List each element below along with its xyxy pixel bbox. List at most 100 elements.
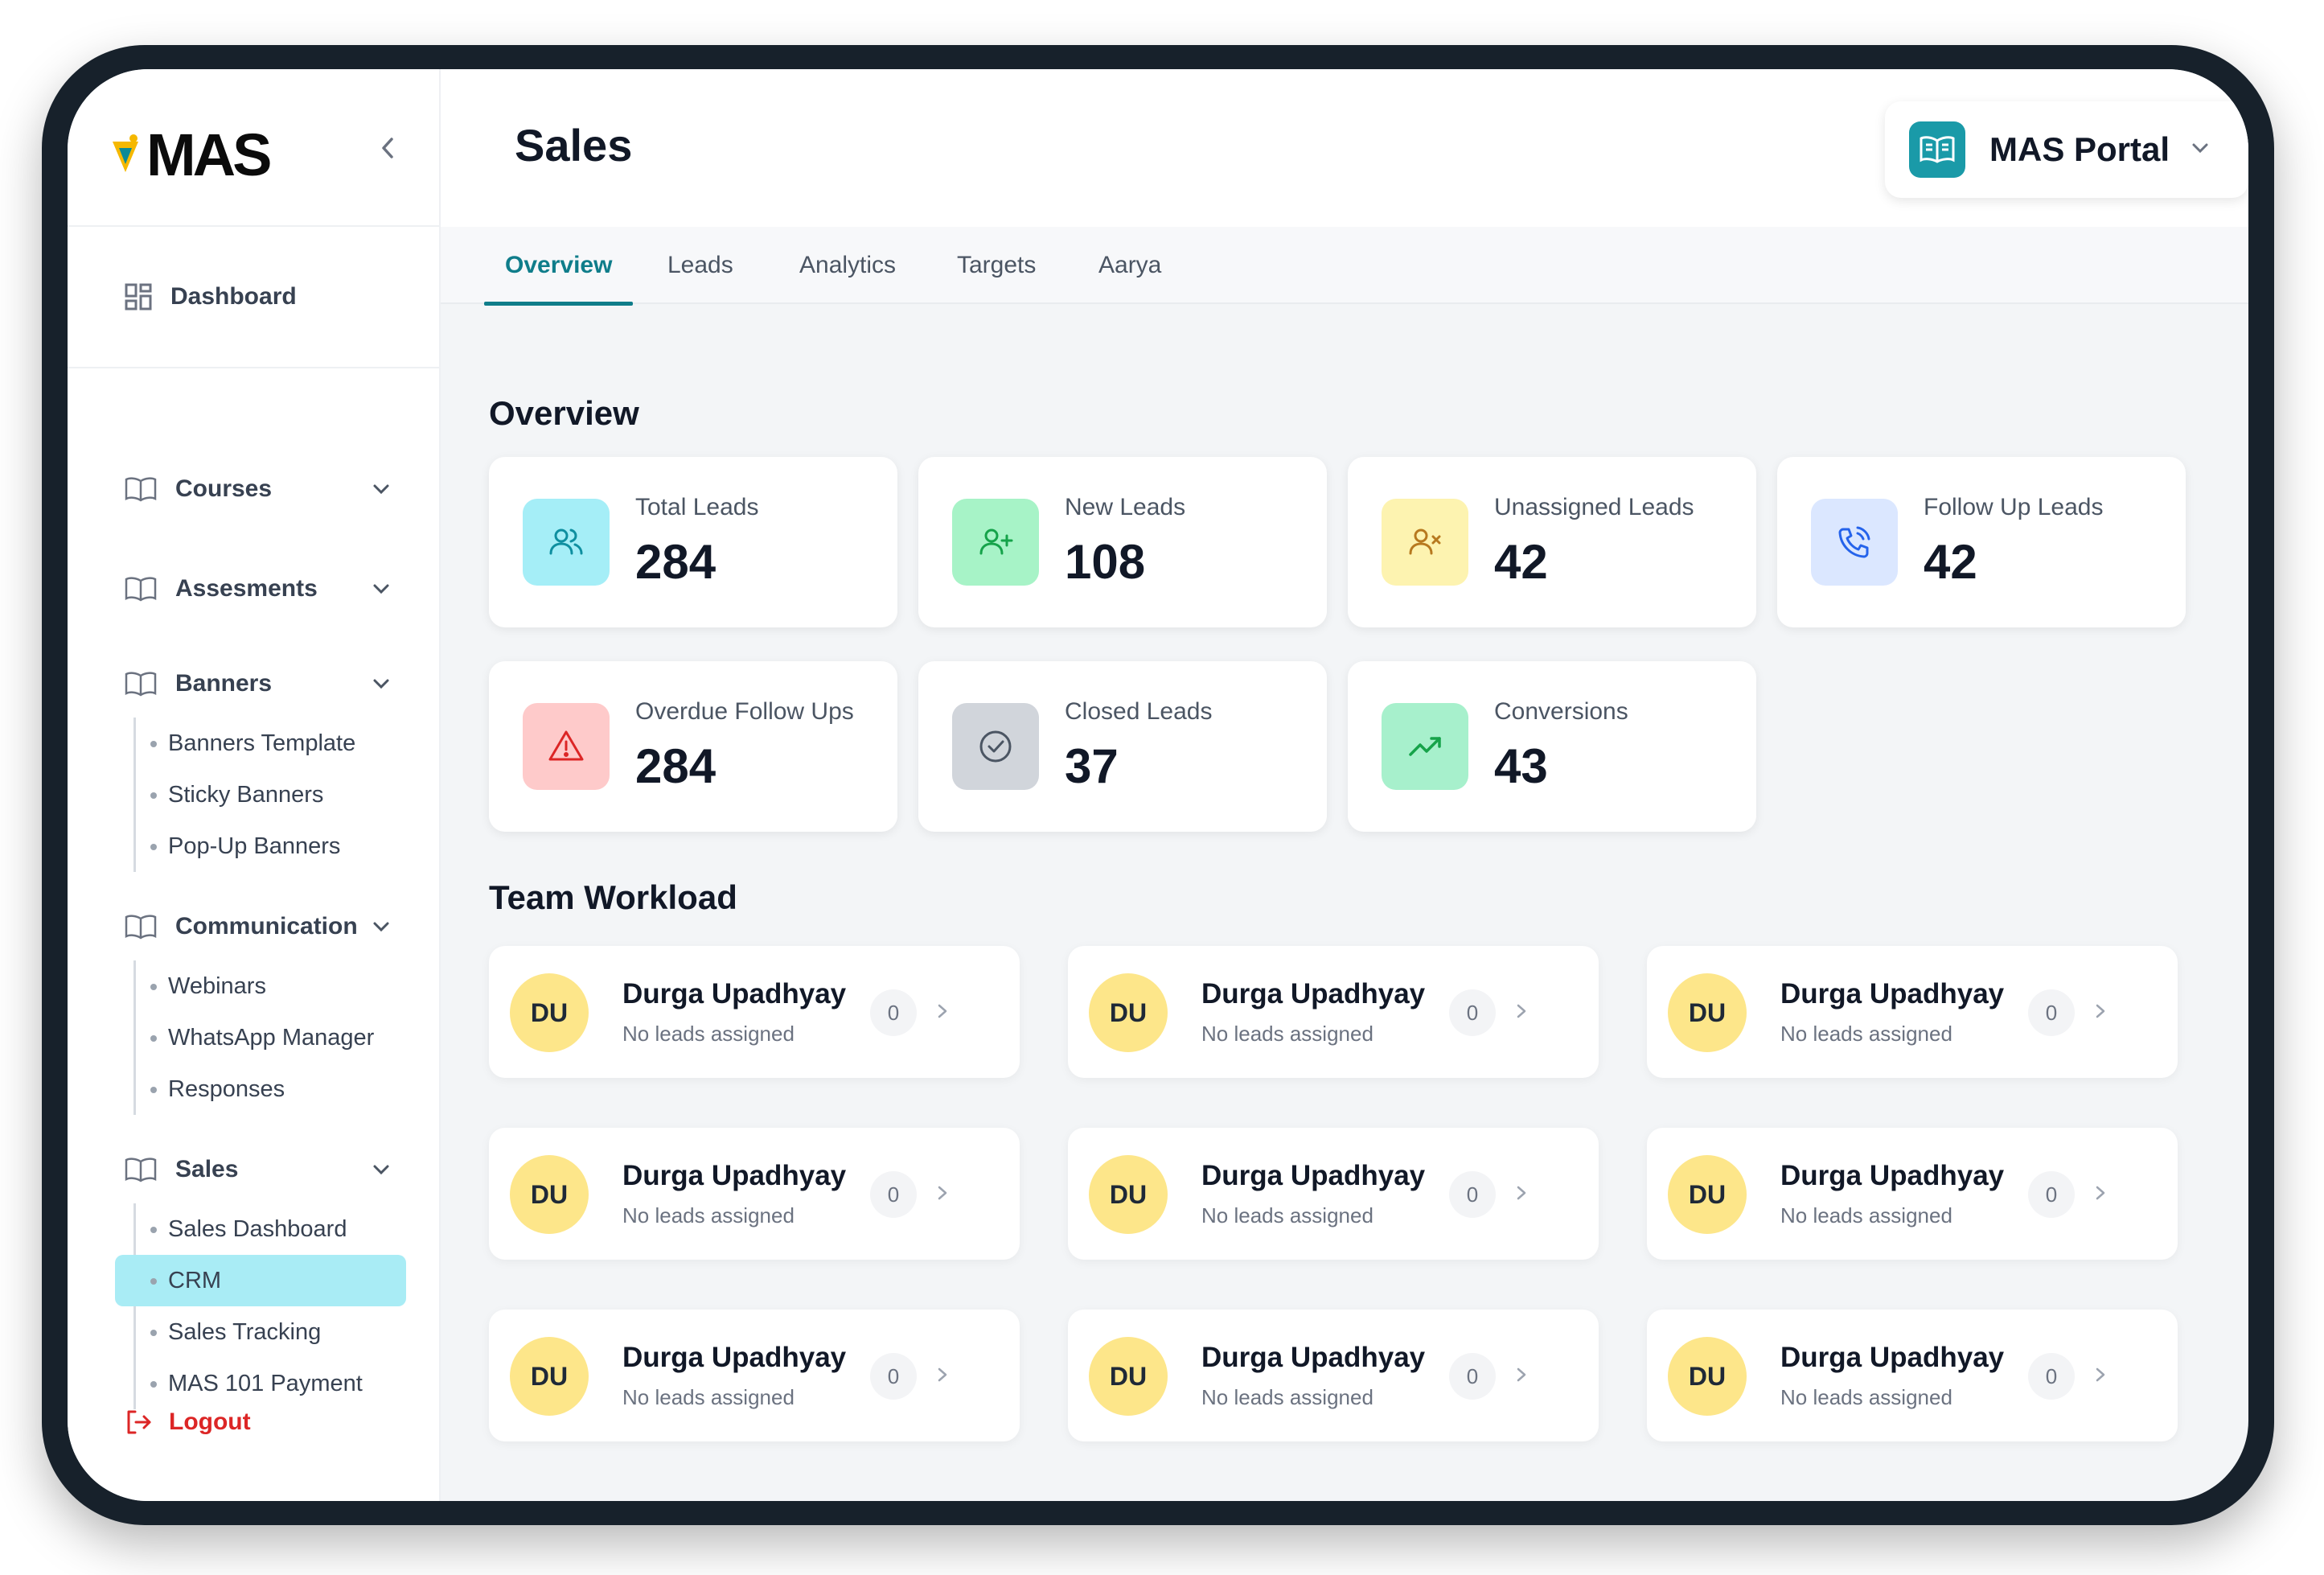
brand-area: MAS (68, 69, 441, 227)
chevron-down-icon (373, 584, 389, 594)
sidebar-item-whatsapp-manager[interactable]: WhatsApp Manager (136, 1012, 425, 1063)
lead-count-badge: 0 (2028, 1171, 2075, 1218)
sidebar-item-sales-dashboard[interactable]: Sales Dashboard (136, 1203, 425, 1255)
team-member-card[interactable]: DU Durga Upadhyay No leads assigned 0 (1068, 1310, 1599, 1441)
tab-leads[interactable]: Leads (667, 227, 733, 304)
phone-call-icon (1811, 499, 1898, 586)
logout-icon (127, 1410, 151, 1434)
team-member-card[interactable]: DU Durga Upadhyay No leads assigned 0 (489, 1310, 1020, 1441)
sidebar-group-label: Sales (175, 1156, 239, 1182)
sidebar-item-dashboard[interactable]: Dashboard (68, 227, 441, 368)
chevron-right-icon (2096, 1004, 2105, 1018)
member-name: Durga Upadhyay (1780, 1160, 2005, 1191)
avatar: DU (510, 1337, 589, 1416)
communication-submenu: Webinars WhatsApp Manager Responses (133, 960, 425, 1115)
book-icon (125, 672, 157, 697)
avatar: DU (1668, 1155, 1747, 1234)
team-member-card[interactable]: DU Durga Upadhyay No leads assigned 0 (1068, 1128, 1599, 1260)
sidebar-item-banners-template[interactable]: Banners Template (136, 718, 425, 769)
chevron-left-icon (382, 138, 393, 158)
member-name: Durga Upadhyay (1201, 1342, 1426, 1373)
team-member-card[interactable]: DU Durga Upadhyay No leads assigned 0 (1647, 946, 2178, 1078)
lead-count-badge: 0 (2028, 989, 2075, 1036)
stat-value: 284 (635, 739, 716, 793)
member-status: No leads assigned (1201, 1022, 1373, 1046)
lead-count-badge: 0 (1449, 1171, 1496, 1218)
sidebar-item-popup-banners[interactable]: Pop-Up Banners (136, 820, 425, 872)
check-circle-icon (952, 703, 1039, 790)
portal-switcher[interactable]: MAS Portal (1885, 101, 2248, 198)
chevron-right-icon (2096, 1367, 2105, 1382)
chevron-right-icon (1517, 1004, 1526, 1018)
team-member-card[interactable]: DU Durga Upadhyay No leads assigned 0 (1647, 1128, 2178, 1260)
team-member-card[interactable]: DU Durga Upadhyay No leads assigned 0 (1647, 1310, 2178, 1441)
sidebar-item-webinars[interactable]: Webinars (136, 960, 425, 1012)
lead-count-badge: 0 (1449, 1353, 1496, 1400)
member-name: Durga Upadhyay (622, 1160, 847, 1191)
sidebar-item-mas-101-payment[interactable]: MAS 101 Payment (136, 1358, 425, 1409)
user-plus-icon (952, 499, 1039, 586)
sidebar-group-banners[interactable]: Banners (68, 658, 441, 709)
member-status: No leads assigned (1780, 1203, 1952, 1228)
chevron-down-icon (373, 484, 389, 495)
sidebar-item-sales-tracking[interactable]: Sales Tracking (136, 1306, 425, 1358)
open-book-icon (1909, 121, 1965, 178)
chevron-right-icon (938, 1367, 947, 1382)
logout-button[interactable]: Logout (124, 1408, 251, 1437)
logo-mark-icon (113, 134, 138, 172)
team-workload-title: Team Workload (489, 878, 737, 916)
sales-submenu: Sales Dashboard CRM Sales Tracking MAS 1… (115, 1203, 425, 1409)
dashboard-grid-icon (125, 283, 152, 310)
member-name: Durga Upadhyay (1780, 978, 2005, 1010)
sidebar-group-courses[interactable]: Courses (68, 463, 441, 515)
chevron-down-icon (373, 679, 389, 689)
portal-label: MAS Portal (1989, 130, 2170, 168)
member-status: No leads assigned (622, 1022, 795, 1046)
stat-value: 284 (635, 535, 716, 589)
member-status: No leads assigned (1201, 1203, 1373, 1228)
trending-up-icon (1382, 703, 1468, 790)
book-icon (125, 1158, 157, 1182)
avatar: DU (1668, 1337, 1747, 1416)
team-member-card[interactable]: DU Durga Upadhyay No leads assigned 0 (489, 1128, 1020, 1260)
chevron-down-icon (2192, 143, 2208, 154)
stat-value: 108 (1065, 535, 1146, 589)
stat-label: Conversions (1494, 698, 1628, 725)
member-status: No leads assigned (1201, 1385, 1373, 1409)
team-member-card[interactable]: DU Durga Upadhyay No leads assigned 0 (489, 946, 1020, 1078)
sidebar-item-responses[interactable]: Responses (136, 1063, 425, 1115)
tab-analytics[interactable]: Analytics (799, 227, 896, 304)
page-title: Sales (515, 120, 633, 171)
sidebar-item-sticky-banners[interactable]: Sticky Banners (136, 769, 425, 820)
sidebar-group-communication[interactable]: Communication (68, 901, 441, 952)
stat-card-closed-leads: Closed Leads 37 (918, 661, 1327, 832)
stat-card-conversions: Conversions 43 (1348, 661, 1756, 832)
tab-targets[interactable]: Targets (957, 227, 1036, 304)
lead-count-badge: 0 (870, 989, 917, 1036)
logo-text: MAS (146, 121, 272, 188)
app-screen: MAS Dashboard Courses Assesments Banners… (68, 69, 2248, 1501)
sidebar-group-sales[interactable]: Sales (68, 1144, 441, 1195)
avatar: DU (1089, 1155, 1168, 1234)
member-status: No leads assigned (1780, 1022, 1952, 1046)
sidebar-group-assesments[interactable]: Assesments (68, 563, 441, 615)
lead-count-badge: 0 (2028, 1353, 2075, 1400)
member-status: No leads assigned (622, 1385, 795, 1409)
avatar: DU (1089, 973, 1168, 1052)
sidebar-item-crm[interactable]: CRM (115, 1255, 406, 1306)
chevron-right-icon (938, 1004, 947, 1018)
users-icon (523, 499, 610, 586)
book-icon (125, 477, 157, 502)
member-status: No leads assigned (1780, 1385, 1952, 1409)
collapse-sidebar-button[interactable] (365, 125, 410, 171)
stat-label: Unassigned Leads (1494, 494, 1694, 520)
stat-card-overdue-follow-ups: Overdue Follow Ups 284 (489, 661, 897, 832)
tab-overview[interactable]: Overview (483, 227, 634, 306)
stat-card-follow-up-leads: Follow Up Leads 42 (1777, 457, 2186, 627)
stat-value: 43 (1494, 739, 1548, 793)
team-member-card[interactable]: DU Durga Upadhyay No leads assigned 0 (1068, 946, 1599, 1078)
member-name: Durga Upadhyay (1780, 1342, 2005, 1373)
tab-aarya[interactable]: Aarya (1098, 227, 1161, 304)
stat-label: Total Leads (635, 494, 759, 520)
logout-label: Logout (169, 1408, 251, 1435)
